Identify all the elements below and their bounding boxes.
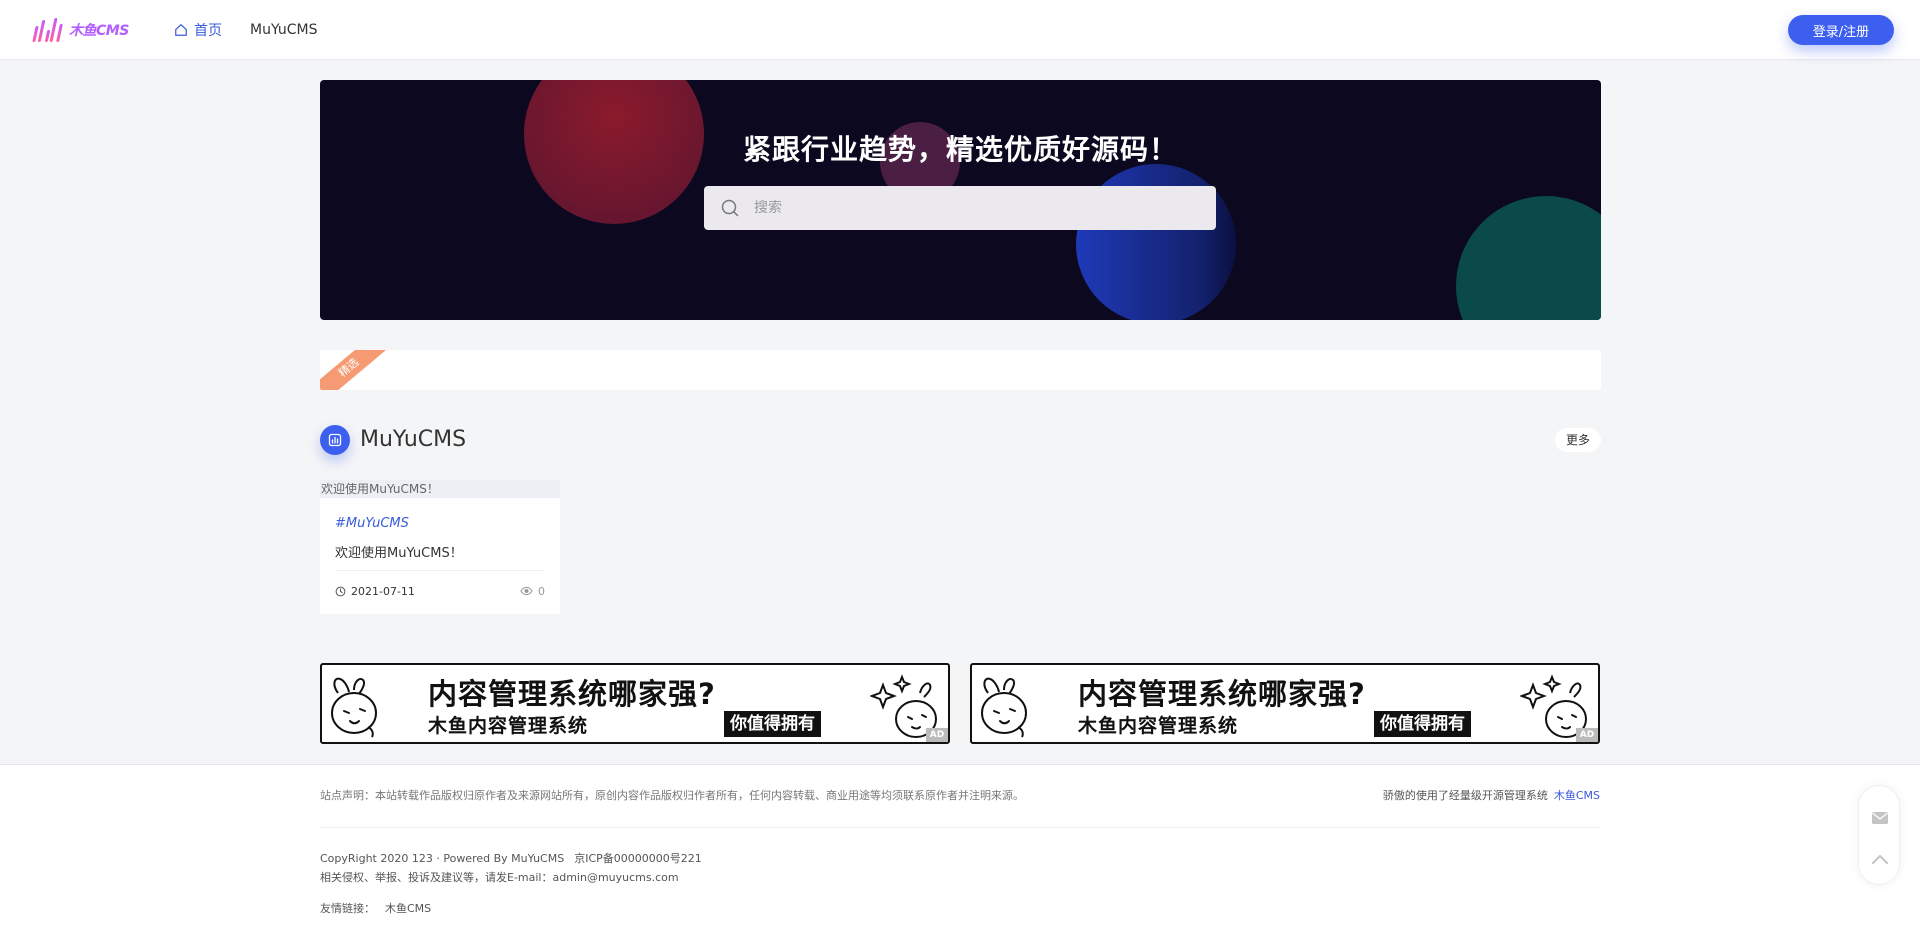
featured-strip: 精选 [320, 350, 1601, 390]
ad-subline: 木鱼内容管理系统 [428, 715, 589, 737]
divider [320, 827, 1601, 828]
ad-headline: 内容管理系统哪家强? [1078, 677, 1366, 711]
login-register-button[interactable]: 登录/注册 [1788, 15, 1894, 45]
divider [335, 570, 545, 571]
powered-text: 骄傲的使用了经量级开源管理系统 [1382, 789, 1548, 802]
decor-circle [1456, 196, 1601, 320]
eye-icon [520, 586, 533, 596]
nav-item-label: MuYuCMS [250, 22, 318, 38]
friend-links-label: 友情链接： [320, 902, 375, 915]
ad-tagline: 你值得拥有 [1374, 711, 1471, 737]
powered-by: 骄傲的使用了经量级开源管理系统 木鱼CMS [1383, 787, 1600, 803]
mail-icon[interactable] [1870, 808, 1890, 828]
ad-headline: 内容管理系统哪家强? [428, 677, 716, 711]
contact-line: 相关侵权、举报、投诉及建议等，请发E-mail：admin@muyucms.co… [320, 871, 679, 884]
search-icon[interactable] [720, 198, 740, 218]
site-footer: 站点声明：本站转载作品版权归原作者及来源网站所有，原创内容作品版权归作者所有，任… [0, 764, 1920, 946]
hero-title: 紧跟行业趋势，精选优质好源码！ [742, 133, 1178, 166]
hero-banner: 紧跟行业趋势，精选优质好源码！ [320, 80, 1601, 320]
ad-banner[interactable]: 内容管理系统哪家强? 木鱼内容管理系统 你值得拥有 AD [970, 663, 1600, 744]
chart-icon [320, 425, 350, 455]
nav-item-home[interactable]: 首页 [174, 20, 222, 40]
nav-item-label: 首页 [194, 23, 222, 39]
friend-links: 友情链接： 木鱼CMS [320, 900, 431, 916]
bunny-illustration-icon [331, 677, 377, 738]
article-card[interactable]: 欢迎使用MuYuCMS！ #MuYuCMS 欢迎使用MuYuCMS！ 2021-… [320, 480, 560, 614]
article-thumbnail[interactable]: 欢迎使用MuYuCMS！ [320, 480, 560, 498]
ad-badge: AD [1576, 728, 1598, 742]
search-input[interactable] [754, 200, 1194, 216]
article-title[interactable]: 欢迎使用MuYuCMS！ [335, 542, 463, 561]
main-nav: 首页 MuYuCMS [174, 0, 318, 60]
more-button[interactable]: 更多 [1555, 428, 1601, 452]
back-to-top-icon[interactable] [1870, 850, 1890, 870]
section-header: MuYuCMS 更多 [320, 425, 1601, 455]
copyright-text: CopyRight 2020 123 · Powered By MuYuCMS [320, 852, 565, 865]
home-icon [175, 24, 187, 36]
nav-item-muyucms[interactable]: MuYuCMS [250, 22, 318, 38]
clock-icon [335, 586, 346, 596]
site-logo[interactable]: 木鱼CMS [32, 16, 129, 44]
top-header: 木鱼CMS 首页 MuYuCMS 登录/注册 [0, 0, 1920, 60]
ad-badge: AD [926, 728, 948, 742]
section-title: MuYuCMS [360, 427, 467, 452]
featured-ribbon: 精选 [320, 350, 398, 390]
article-views: 0 [538, 584, 545, 598]
icp-link[interactable]: 京ICP备00000000号221 [574, 852, 702, 865]
site-declaration: 站点声明：本站转载作品版权归原作者及来源网站所有，原创内容作品版权归作者所有，任… [320, 789, 1024, 802]
logo-bars-icon [32, 18, 63, 42]
search-box[interactable] [704, 186, 1216, 230]
article-tag[interactable]: #MuYuCMS [335, 516, 409, 531]
ad-tagline: 你值得拥有 [724, 711, 821, 737]
floating-toolbar [1858, 785, 1900, 885]
friend-link-item[interactable]: 木鱼CMS [385, 902, 431, 915]
powered-link[interactable]: 木鱼CMS [1554, 789, 1600, 802]
logo-text: 木鱼CMS [69, 23, 129, 39]
article-meta: 2021-07-11 0 [335, 584, 545, 598]
bunny-illustration-icon [981, 677, 1027, 738]
article-date: 2021-07-11 [351, 584, 415, 598]
ad-subline: 木鱼内容管理系统 [1078, 715, 1239, 737]
copyright-line: CopyRight 2020 123 · Powered By MuYuCMS 京… [320, 850, 702, 866]
ad-banner[interactable]: 内容管理系统哪家强? 木鱼内容管理系统 你值得拥有 AD [320, 663, 950, 744]
